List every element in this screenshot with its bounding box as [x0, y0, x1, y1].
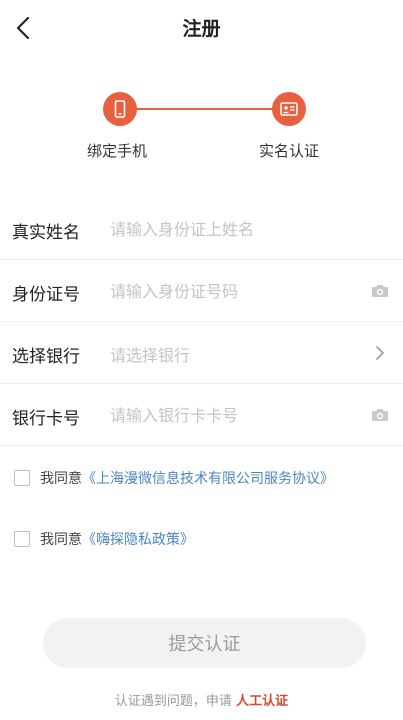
real-name-row: 真实姓名	[0, 198, 403, 260]
id-camera-button[interactable]	[369, 280, 391, 302]
id-number-row: 身份证号	[0, 260, 403, 322]
real-name-input[interactable]	[110, 216, 350, 242]
step-real-name	[272, 92, 306, 126]
real-name-label: 真实姓名	[12, 223, 80, 243]
privacy-agreement-row: 我同意 《嗨探隐私政策》	[14, 527, 194, 551]
id-card-icon	[280, 102, 298, 116]
service-agreement-checkbox[interactable]	[14, 470, 30, 486]
bank-select-value[interactable]: 请选择银行	[110, 342, 190, 366]
phone-icon	[114, 100, 126, 118]
card-number-input[interactable]	[110, 402, 350, 428]
camera-icon	[372, 409, 388, 421]
id-number-label: 身份证号	[12, 285, 80, 305]
card-number-row: 银行卡号	[0, 384, 403, 446]
step-label-bind-phone: 绑定手机	[87, 142, 148, 160]
stepper-connector	[118, 108, 290, 110]
step-label-real-name: 实名认证	[259, 142, 320, 160]
bank-select-arrow[interactable]	[369, 342, 391, 364]
privacy-agreement-checkbox[interactable]	[14, 531, 30, 547]
bank-select-row[interactable]: 选择银行 请选择银行	[0, 322, 403, 384]
service-agreement-row: 我同意 《上海漫微信息技术有限公司服务协议》	[14, 466, 334, 490]
privacy-policy-link[interactable]: 《嗨探隐私政策》	[82, 529, 194, 549]
step-bind-phone	[103, 92, 137, 126]
service-agreement-link[interactable]: 《上海漫微信息技术有限公司服务协议》	[82, 468, 334, 488]
card-number-label: 银行卡号	[12, 409, 80, 429]
top-bar: 注册	[0, 0, 403, 56]
card-camera-button[interactable]	[369, 404, 391, 426]
bank-label: 选择银行	[12, 347, 80, 367]
help-footer: 认证遇到问题，申请 人工认证	[0, 690, 403, 709]
chevron-right-icon	[376, 346, 384, 360]
help-text: 认证遇到问题，申请	[114, 694, 232, 709]
progress-stepper: 绑定手机 实名认证	[0, 88, 403, 168]
manual-verification-link[interactable]: 人工认证	[236, 694, 288, 709]
id-number-input[interactable]	[110, 278, 350, 304]
agree-prefix: 我同意	[40, 471, 82, 487]
submit-verification-button[interactable]: 提交认证	[43, 618, 366, 668]
camera-icon	[372, 285, 388, 297]
page-title: 注册	[182, 18, 221, 40]
agree-prefix: 我同意	[40, 532, 82, 548]
